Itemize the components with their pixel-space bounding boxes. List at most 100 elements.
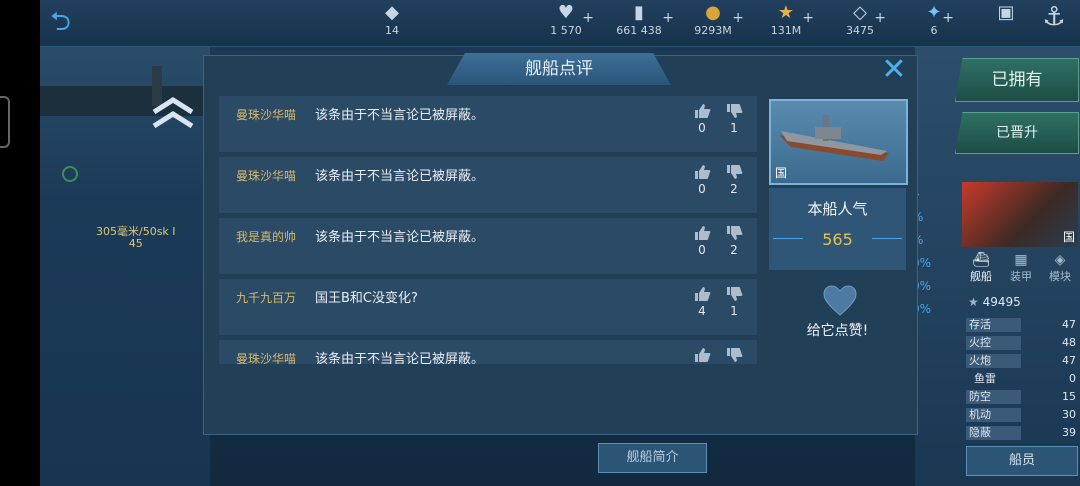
thumbs-down-icon[interactable] — [725, 163, 743, 181]
thumbs-down-icon[interactable] — [725, 346, 743, 364]
star-icon: ★ — [968, 295, 979, 309]
rank-badge[interactable]: ◆ 14 — [372, 2, 412, 37]
rank-value: 14 — [385, 24, 399, 37]
ship-card: 国 — [769, 99, 908, 185]
battleship-image — [779, 115, 889, 161]
stat-label: 鱼雷 — [974, 372, 996, 385]
ship-tab-icon: ⛴ — [972, 252, 990, 268]
review-username[interactable]: 曼珠沙华喵 — [236, 350, 296, 364]
heart-icon[interactable] — [822, 285, 858, 317]
thumbs-down-icon[interactable] — [725, 285, 743, 303]
chest-button[interactable]: ▣ — [988, 2, 1024, 24]
close-icon[interactable]: ✕ — [880, 55, 908, 85]
review-list[interactable]: 曼珠沙华喵 该条由于不当言论已被屏蔽。 0 1 曼珠沙华喵 该条由于不当言论已被… — [219, 96, 759, 364]
popularity-panel: 本船人气 565 — [769, 188, 906, 270]
resource-heart[interactable]: ♥ 1 570 + — [546, 2, 594, 37]
star-value: 131M — [770, 24, 802, 37]
review-text: 该条由于不当言论已被屏蔽。 — [315, 108, 485, 123]
tab-label: 模块 — [1049, 270, 1071, 283]
chest-icon: ▣ — [997, 2, 1015, 23]
stat-row: 防空 15 — [966, 390, 1078, 405]
owned-button[interactable]: 已拥有 — [955, 58, 1079, 102]
stat-value: 0 — [1069, 372, 1076, 385]
tab-label: 舰船 — [970, 270, 992, 283]
crystal-value: 6 — [930, 24, 938, 37]
review-text: 该条由于不当言论已被屏蔽。 — [315, 230, 485, 245]
anchor-icon: ⚓ — [1042, 2, 1066, 32]
dialog-title: 舰船点评 — [447, 53, 671, 85]
ship-thumbnail[interactable]: 国 — [962, 182, 1078, 247]
armor-tab-icon: ▦ — [1014, 252, 1028, 268]
like-count: 0 — [698, 182, 706, 196]
diamond-value: 3475 — [846, 24, 874, 37]
review-username[interactable]: 我是真的帅 — [236, 228, 296, 245]
thumbs-down-icon[interactable] — [725, 102, 743, 120]
add-icon[interactable]: + — [942, 10, 954, 26]
add-icon[interactable]: + — [874, 10, 886, 26]
add-icon[interactable]: + — [732, 10, 744, 26]
tab-ship[interactable]: ⛴ 舰船 — [962, 252, 1000, 284]
stat-row: 机动 30 — [966, 408, 1078, 423]
resource-coin[interactable]: ● 9293M + — [690, 2, 744, 37]
like-ship-button[interactable]: 给它点赞! — [769, 320, 906, 340]
tab-module[interactable]: ◈ 模块 — [1041, 252, 1079, 284]
review-item: 我是真的帅 该条由于不当言论已被屏蔽。 0 2 — [219, 218, 757, 275]
back-arrow-icon[interactable]: ⮌ — [50, 8, 80, 36]
thumbs-up-icon[interactable] — [693, 102, 711, 120]
popularity-value: 565 — [822, 230, 853, 249]
stat-label: 火炮 — [966, 354, 1021, 368]
resource-card[interactable]: ▮ 661 438 + — [612, 2, 674, 37]
stat-label: 存活 — [966, 318, 1021, 332]
like-count: 0 — [698, 243, 706, 257]
stat-value: 15 — [1062, 390, 1076, 403]
resource-crystal[interactable]: ✦ 6 + — [922, 2, 954, 37]
score-value: 49495 — [982, 295, 1021, 309]
stat-row: 隐蔽 39 — [966, 426, 1078, 441]
stat-value: 47 — [1062, 354, 1076, 367]
gun-count: 45 — [128, 237, 143, 250]
thumbs-up-icon[interactable] — [693, 224, 711, 242]
stat-row: 火炮 47 — [966, 354, 1078, 369]
resource-star[interactable]: ★ 131M + — [766, 2, 814, 37]
promoted-button[interactable]: 已晋升 — [955, 112, 1079, 154]
stat-value: 47 — [1062, 318, 1076, 331]
review-username[interactable]: 曼珠沙华喵 — [236, 167, 296, 184]
ship-intro-button[interactable]: 舰船简介 — [598, 443, 707, 473]
crew-button[interactable]: 船员 — [966, 446, 1078, 476]
heart-value: 1 570 — [550, 24, 582, 37]
review-item: 九千九百万 国王B和C没变化? 4 1 — [219, 279, 757, 336]
review-text: 该条由于不当言论已被屏蔽。 — [315, 352, 485, 364]
add-icon[interactable]: + — [662, 10, 674, 26]
ship-nation-flag: 国 — [1062, 230, 1075, 244]
bezel-handle — [0, 96, 10, 148]
review-item: 曼珠沙华喵 该条由于不当言论已被屏蔽。 — [219, 340, 757, 364]
gun-turret-label[interactable]: 305毫米/50sk I 45 — [96, 226, 176, 250]
add-icon[interactable]: + — [802, 10, 814, 26]
chevron-up-icon[interactable] — [150, 96, 196, 130]
stat-row: 存活 47 — [966, 318, 1078, 333]
thumbs-up-icon[interactable] — [693, 285, 711, 303]
popularity-label: 本船人气 — [807, 200, 868, 218]
stat-value: 48 — [1062, 336, 1076, 349]
stat-row: 火控 48 — [966, 336, 1078, 351]
coin-icon: ● — [705, 2, 721, 23]
ship-score: ★ 49495 — [968, 295, 1021, 309]
review-text: 国王B和C没变化? — [315, 291, 418, 306]
dislike-count: 1 — [730, 121, 738, 135]
stat-label: 机动 — [966, 408, 1021, 422]
thumbs-down-icon[interactable] — [725, 224, 743, 242]
stat-row: 鱼雷 0 — [966, 372, 1078, 387]
like-count: 0 — [698, 121, 706, 135]
dislike-count: 2 — [730, 182, 738, 196]
anchor-button[interactable]: ⚓ — [1036, 2, 1072, 32]
review-username[interactable]: 九千九百万 — [236, 289, 296, 306]
ship-nation-flag: 国 — [775, 166, 788, 180]
heart-icon: ♥ — [557, 2, 575, 23]
thumbs-up-icon[interactable] — [693, 346, 711, 364]
add-icon[interactable]: + — [582, 10, 594, 26]
review-username[interactable]: 曼珠沙华喵 — [236, 106, 296, 123]
thumbs-up-icon[interactable] — [693, 163, 711, 181]
resource-diamond[interactable]: ◇ 3475 + — [842, 2, 886, 37]
tab-armor[interactable]: ▦ 装甲 — [1002, 252, 1040, 284]
like-count: 4 — [698, 304, 706, 318]
